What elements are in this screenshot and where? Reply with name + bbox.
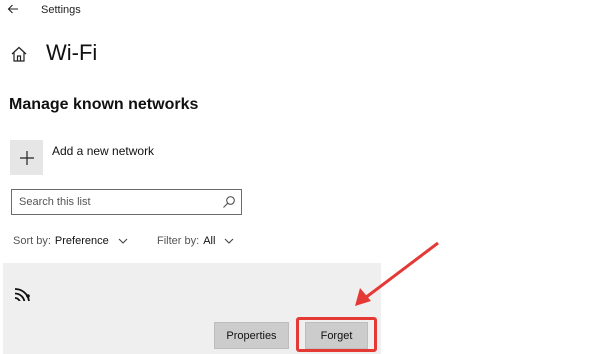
plus-icon bbox=[19, 150, 34, 165]
title-bar: Settings bbox=[0, 0, 600, 22]
chevron-down-icon bbox=[225, 238, 234, 244]
page-title: Wi-Fi bbox=[46, 40, 98, 65]
sort-dropdown[interactable]: Sort by: Preference bbox=[13, 235, 129, 247]
forget-highlight-box bbox=[296, 317, 377, 352]
filter-dropdown[interactable]: Filter by: All bbox=[157, 235, 235, 247]
add-network-icon-box[interactable] bbox=[10, 140, 43, 175]
chevron-down-icon bbox=[118, 238, 128, 244]
section-title: Manage known networks bbox=[9, 96, 199, 113]
search-icon[interactable] bbox=[222, 195, 236, 209]
window-title: Settings bbox=[41, 4, 81, 16]
search-input[interactable] bbox=[19, 194, 214, 210]
wifi-icon bbox=[14, 288, 30, 301]
home-icon[interactable] bbox=[10, 45, 28, 63]
back-arrow-icon bbox=[7, 4, 18, 14]
sort-label: Sort by: bbox=[13, 235, 51, 247]
filter-value: All bbox=[203, 235, 216, 247]
search-field[interactable] bbox=[11, 189, 242, 215]
filter-label: Filter by: bbox=[157, 235, 200, 247]
properties-button[interactable]: Properties bbox=[214, 322, 289, 349]
add-network-label: Add a new network bbox=[52, 144, 155, 158]
back-button[interactable] bbox=[4, 0, 22, 18]
sort-value: Preference bbox=[54, 235, 109, 247]
